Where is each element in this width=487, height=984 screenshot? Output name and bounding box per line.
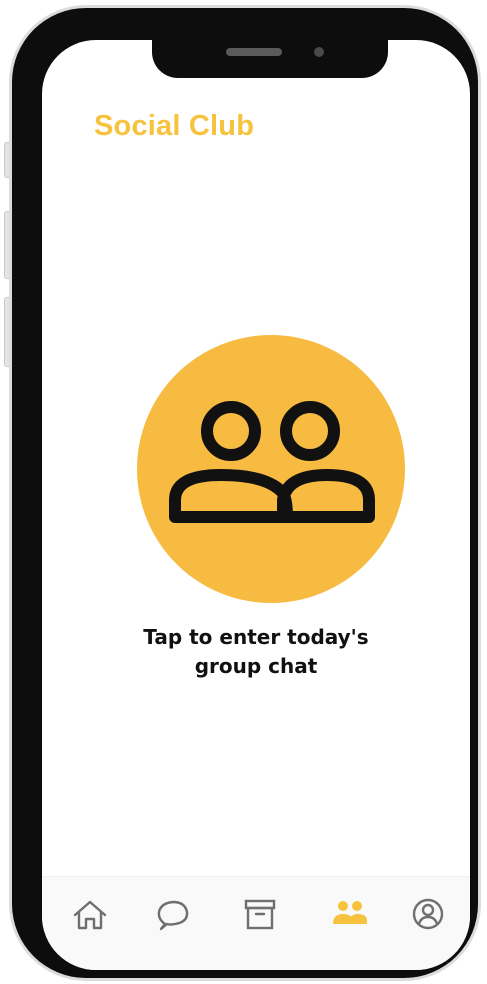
nav-profile[interactable]: [406, 893, 450, 937]
phone-frame: Social Club Tap to enter today's group c…: [12, 8, 478, 978]
nav-chat[interactable]: [151, 893, 195, 937]
archive-icon: [244, 899, 276, 930]
app-title: Social Club: [94, 110, 255, 142]
nav-home[interactable]: [68, 893, 112, 937]
enter-group-chat-button[interactable]: [137, 335, 405, 603]
phone-screen: Social Club Tap to enter today's group c…: [42, 40, 470, 970]
group-icon: [333, 901, 367, 924]
caption-line-1: Tap to enter today's: [143, 625, 369, 649]
phone-notch: [152, 26, 388, 78]
caption-line-2: group chat: [194, 654, 318, 678]
nav-group[interactable]: [328, 893, 372, 937]
speaker-grille: [226, 48, 282, 56]
front-camera: [314, 47, 324, 57]
profile-icon: [412, 898, 444, 930]
home-icon: [73, 900, 107, 930]
group-icon: [169, 401, 375, 523]
nav-archive[interactable]: [238, 893, 282, 937]
group-chat-caption: Tap to enter today's group chat: [42, 623, 470, 681]
bottom-navigation: [42, 876, 470, 970]
chat-bubble-icon: [157, 900, 189, 931]
